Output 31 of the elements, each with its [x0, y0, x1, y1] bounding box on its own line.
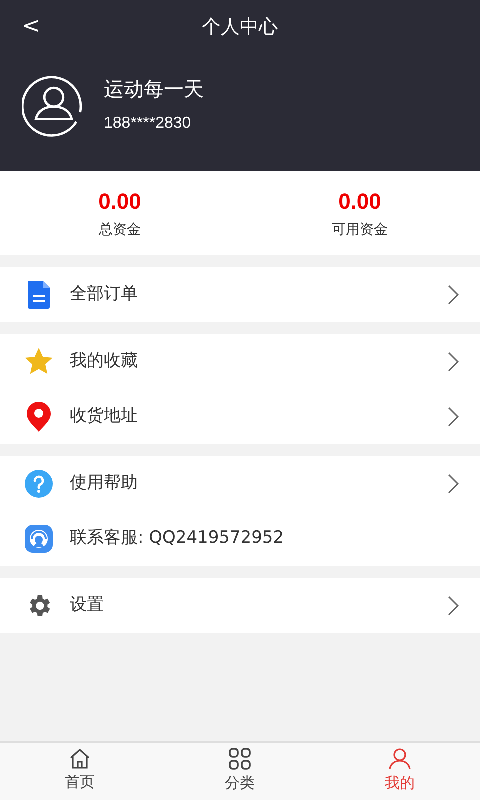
menu-label: 设置: [70, 594, 105, 617]
star-icon: [25, 348, 53, 375]
location-pin-icon: [27, 402, 51, 432]
menu-item[interactable]: 我的收藏: [0, 334, 480, 389]
menu-item[interactable]: 收货地址: [0, 389, 480, 444]
menu-item[interactable]: 联系客服: QQ2419572952: [0, 511, 480, 566]
question-mark-icon: [25, 470, 53, 498]
headset-agent-icon: [25, 524, 53, 552]
menu-item[interactable]: 全部订单: [0, 267, 480, 322]
fund-label: 可用资金: [332, 221, 388, 240]
fund-amount: 0.00: [338, 188, 382, 216]
menu-label: 我的收藏: [70, 350, 139, 373]
page-title: 个人中心: [202, 15, 278, 40]
menu-label: 联系客服: QQ2419572952: [70, 526, 286, 550]
menu-item[interactable]: 使用帮助: [0, 456, 480, 511]
phone-number: 188****2830: [104, 114, 192, 134]
back-button[interactable]: <: [22, 12, 40, 42]
tab-item[interactable]: 分类: [160, 743, 320, 800]
menu-label: 使用帮助: [70, 472, 139, 495]
document-icon: [28, 280, 50, 308]
menu-item[interactable]: 设置: [0, 578, 480, 633]
person-icon: [389, 748, 411, 770]
fund-label: 总资金: [99, 221, 141, 240]
grid-icon: [229, 748, 251, 770]
menu-label: 收货地址: [70, 404, 139, 428]
tab-item[interactable]: 首页: [0, 743, 160, 800]
tab-item[interactable]: 我的: [320, 743, 480, 800]
user-name: 运动每一天: [104, 76, 204, 103]
menu-label: 全部订单: [70, 282, 139, 306]
fund-amount: 0.00: [98, 188, 142, 216]
home-icon: [69, 749, 91, 770]
